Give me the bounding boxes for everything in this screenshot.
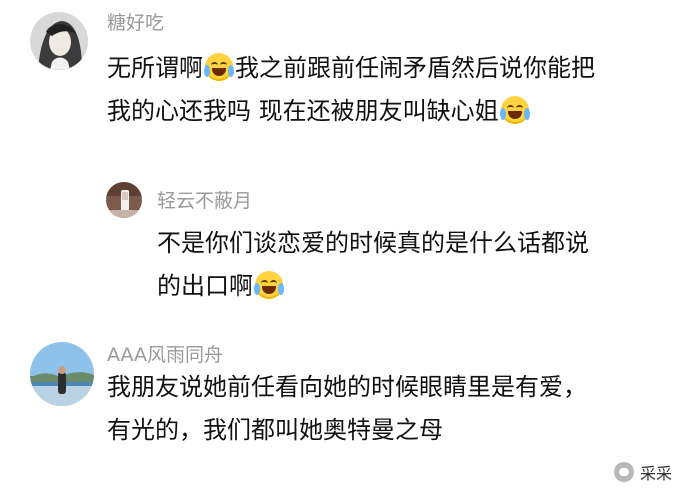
username[interactable]: 轻云不蔽月 [157,190,252,212]
comment-text: 我朋友说她前任看向她的时候眼睛里是有爱， 有光的，我们都叫她奥特曼之母 [107,366,587,452]
laugh-cry-emoji-icon [499,96,530,124]
comment-text-part: 的出口啊 [157,272,253,300]
avatar-image [106,182,142,218]
comment-line: 不是你们谈恋爱的时候真的是什么话都说 [157,229,589,257]
comment-text-part: 我之前跟前任闹矛盾然后说你能把 [235,54,595,82]
comment-line: 的出口啊 [157,265,589,308]
laugh-cry-emoji-icon [204,53,234,81]
comment-line: 我朋友说她前任看向她的时候眼睛里是有爱， [107,373,587,401]
comment-line: 有光的，我们都叫她奥特曼之母 [107,416,443,444]
watermark: 采采 [613,460,672,484]
comment-line: 我的心还我吗 现在还被朋友叫缺心姐 [107,90,595,133]
username[interactable]: AAA风雨同舟 [107,344,223,366]
username[interactable]: 糖好吃 [107,12,164,34]
avatar[interactable] [30,12,88,70]
avatar-image [30,12,88,70]
comment-text: 不是你们谈恋爱的时候真的是什么话都说 的出口啊 [157,222,589,308]
wechat-icon [613,462,634,482]
avatar[interactable] [106,182,142,218]
comment-text-part: 我的心还我吗 现在还被朋友叫缺心姐 [107,97,499,125]
comment-item: 糖好吃 无所谓啊 我之前跟前任闹矛盾然后说你能把 我的心还我吗 现在还被朋友叫缺心… [0,0,690,160]
avatar[interactable] [30,342,94,406]
comment-text-part: 无所谓啊 [107,54,203,82]
comment-text: 无所谓啊 我之前跟前任闹矛盾然后说你能把 我的心还我吗 现在还被朋友叫缺心姐 [107,47,595,133]
comment-item: AAA风雨同舟 我朋友说她前任看向她的时候眼睛里是有爱， 有光的，我们都叫她奥特… [0,330,690,480]
watermark-text: 采采 [639,464,672,483]
laugh-cry-emoji-icon [254,271,284,299]
avatar-image [30,342,94,406]
reply-item: 轻云不蔽月 不是你们谈恋爱的时候真的是什么话都说 的出口啊 [0,170,690,310]
comment-line: 无所谓啊 我之前跟前任闹矛盾然后说你能把 [107,47,595,90]
